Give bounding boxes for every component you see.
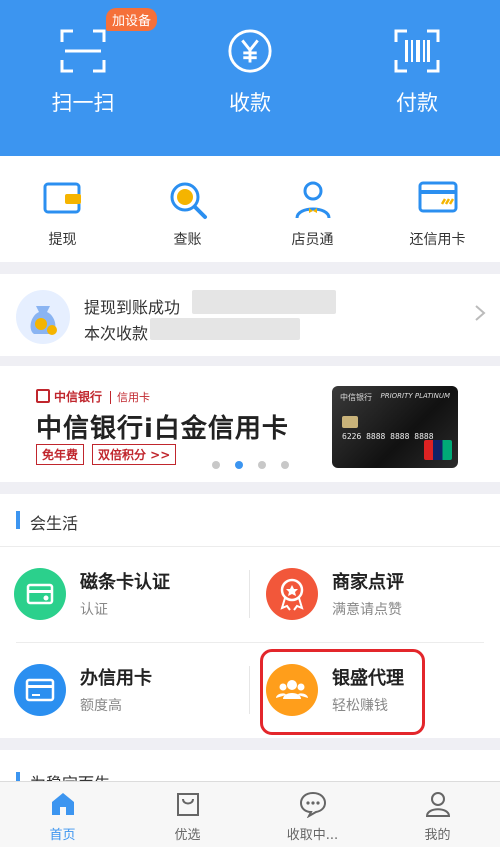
tab-mine[interactable]: 我的 [375, 782, 500, 847]
tab-label: 我的 [424, 828, 451, 843]
magstripe-auth-tile[interactable]: 磁条卡认证 认证 [0, 546, 240, 642]
tab-messages[interactable]: 收取中... [250, 782, 375, 847]
highlight-box [260, 649, 425, 735]
tile-subtitle: 满意请点赞 [332, 602, 402, 618]
unionpay-logo [424, 440, 452, 460]
search-yuan-icon [170, 182, 207, 219]
repay-card-button[interactable]: 还信用卡 [375, 156, 500, 262]
add-device-badge[interactable]: 加设备 [106, 8, 158, 31]
carousel-dot-active[interactable] [235, 461, 243, 469]
tab-label: 首页 [49, 828, 76, 843]
clerk-icon [295, 181, 330, 219]
card-verify-icon [14, 568, 66, 620]
apply-card-tile[interactable]: 办信用卡 额度高 [0, 642, 240, 738]
wallet-icon [43, 182, 81, 214]
banner-tag-fee: 免年费 [36, 444, 85, 465]
card-tier: PRIORITY PLATINUM [380, 392, 450, 400]
chevron-right-icon [475, 305, 486, 321]
pay-label: 付款 [396, 91, 438, 115]
divider [249, 666, 250, 714]
section-marker [16, 511, 20, 529]
card-chip [342, 416, 358, 428]
pay-button[interactable]: 付款 [334, 0, 500, 156]
card-label: 信用卡 [110, 391, 151, 404]
bottom-tab-bar: 首页 优选 收取中... 我的 [0, 781, 500, 847]
banner-tag-points: 双倍积分 >> [92, 444, 177, 465]
card-bank: 中信银行 [340, 393, 372, 402]
money-bag-icon [16, 290, 70, 344]
carousel-dot[interactable] [281, 461, 289, 469]
repay-card-label: 还信用卡 [409, 232, 466, 248]
clerk-label: 店员通 [291, 232, 334, 248]
check-account-button[interactable]: 查账 [125, 156, 250, 262]
tile-subtitle: 认证 [80, 602, 108, 618]
blurred-amount [150, 318, 300, 340]
shopping-bag-icon [176, 793, 199, 816]
check-account-label: 查账 [173, 232, 202, 248]
tab-label: 优选 [174, 828, 201, 843]
withdraw-label: 提现 [48, 232, 77, 248]
bank-name: 中信银行 [54, 390, 103, 404]
section-title: 会生活 [30, 514, 79, 533]
receive-label: 收款 [229, 91, 271, 115]
notice-title: 提现到账成功 [84, 298, 181, 317]
chat-bubble-icon [299, 791, 326, 818]
credit-card-icon [418, 181, 457, 213]
promo-banner[interactable]: 中信银行 信用卡 中信银行i白金信用卡 免年费 双倍积分 >> 中信银行 PRIO… [0, 366, 500, 482]
tab-featured[interactable]: 优选 [125, 782, 250, 847]
yuan-icon [228, 29, 272, 73]
home-icon [51, 793, 74, 815]
blurred-amount [192, 290, 336, 314]
receive-button[interactable]: 收款 [167, 0, 333, 156]
tile-title: 商家点评 [332, 572, 404, 593]
card-number: 6226 8888 8888 8888 [342, 432, 434, 441]
carousel-dots[interactable] [212, 454, 304, 473]
tab-label: 收取中... [286, 828, 339, 843]
card-apply-icon [14, 664, 66, 716]
banner-title: 中信银行i白金信用卡 [36, 414, 289, 444]
scan-label: 扫一扫 [51, 91, 115, 115]
tile-title: 磁条卡认证 [80, 572, 170, 593]
carousel-dot[interactable] [212, 461, 220, 469]
barcode-icon [394, 29, 440, 73]
user-icon [425, 792, 450, 817]
clerk-button[interactable]: 店员通 [250, 156, 375, 262]
merchant-review-tile[interactable]: 商家点评 满意请点赞 [252, 546, 492, 642]
scan-icon [60, 29, 106, 73]
divider [249, 570, 250, 618]
withdraw-notice[interactable]: 提现到账成功 本次收款 [0, 274, 500, 356]
carousel-dot[interactable] [258, 461, 266, 469]
quick-actions: 提现 查账 店员通 还信用卡 [0, 156, 500, 262]
tile-subtitle: 额度高 [80, 698, 122, 714]
tile-title: 办信用卡 [80, 668, 152, 689]
tab-home[interactable]: 首页 [0, 782, 125, 847]
notice-amount-label: 本次收款 [84, 324, 149, 343]
credit-card-image: 中信银行 PRIORITY PLATINUM 6226 8888 8888 88… [332, 386, 458, 468]
withdraw-button[interactable]: 提现 [0, 156, 125, 262]
medal-icon [266, 568, 318, 620]
header-bar: 扫一扫 加设备 收款 付款 [0, 0, 500, 156]
life-section: 会生活 磁条卡认证 认证 商家点评 满意请点赞 办信用卡 额度高 银盛代理 轻松… [0, 494, 500, 738]
bank-logo: 中信银行 信用卡 [36, 388, 151, 405]
